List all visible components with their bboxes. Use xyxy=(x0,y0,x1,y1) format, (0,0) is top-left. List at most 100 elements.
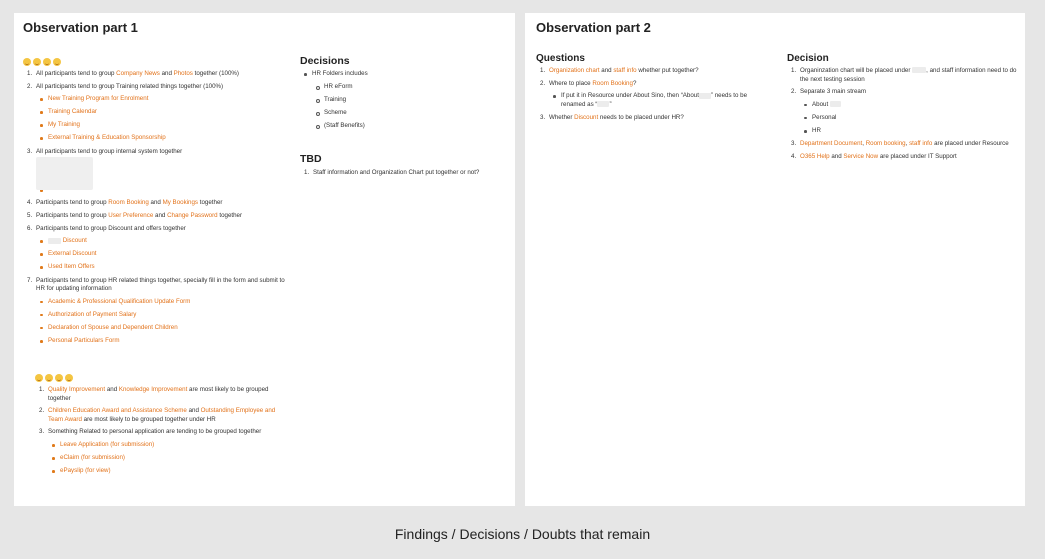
list-item: 7. Participants tend to group HR related … xyxy=(23,277,288,346)
text: and xyxy=(159,70,174,77)
sublist: Academic & Professional Qualification Up… xyxy=(36,298,288,346)
sublist: Leave Application (for submission) eClaim… xyxy=(48,441,288,476)
list-item: Leave Application (for submission) xyxy=(48,441,288,450)
list-item: Scheme xyxy=(312,109,505,118)
list-item: External Discount xyxy=(36,250,288,259)
observation-part-1-card: Observation part 1 1. All participants te… xyxy=(14,13,515,506)
text: and xyxy=(186,407,201,415)
list-item: HR xyxy=(800,127,1019,136)
redacted-blank xyxy=(698,92,711,99)
text: together xyxy=(198,199,223,207)
text: ” xyxy=(609,100,612,108)
sublist-text: Academic & Professional Qualification Up… xyxy=(48,297,191,305)
tbd-list: 1. Staff information and Organization Cha… xyxy=(300,169,505,178)
sublist: New Training Program for Enrolment Traini… xyxy=(36,95,288,143)
highlight-text: Department Document xyxy=(800,140,863,148)
list-item: 2. Separate 3 main stream About Personal HR xyxy=(787,88,1019,135)
text: Where to place xyxy=(549,79,593,87)
emoji-icon xyxy=(33,57,41,66)
text: needs to be placed under HR? xyxy=(598,113,684,121)
list-item: Declaration of Spouse and Dependent Chil… xyxy=(36,324,288,333)
sublist-text: Personal xyxy=(812,113,837,121)
text: and xyxy=(105,386,119,394)
text: Something Related to personal applicatio… xyxy=(48,428,262,436)
list-item: About xyxy=(800,101,1019,110)
list-item: (Staff Benefits) xyxy=(312,122,505,131)
sublist: About Personal HR xyxy=(800,101,1019,136)
highlight-text: Discount xyxy=(574,113,599,121)
highlight-text: Organization chart xyxy=(549,67,600,74)
text: Participants tend to group xyxy=(36,212,109,220)
text: are most likely to be grouped together u… xyxy=(81,415,216,423)
emoji-icon xyxy=(53,57,61,66)
list-item: Used Item Offers xyxy=(36,263,288,272)
decisions-subitem: (Staff Benefits) xyxy=(324,121,365,129)
list-item: 1. Organinzation chart will be placed und… xyxy=(787,67,1019,84)
list-item: Discount xyxy=(36,237,288,246)
list-item: HR Folders includes HR eForm Training Sche… xyxy=(300,70,505,130)
list-item: HR eForm xyxy=(312,83,505,92)
redacted-box xyxy=(36,156,93,190)
highlight-text: Discount xyxy=(61,237,87,245)
decisions-heading: Decisions xyxy=(300,55,350,67)
highlight-text: Company News xyxy=(116,70,160,77)
highlight-text: Knowledge Improvement xyxy=(118,386,188,394)
questions-column: Questions 1. Organization chart and staff… xyxy=(536,53,761,126)
list-item: 3. Something Related to personal applicat… xyxy=(35,428,288,475)
highlight-text: Change Password xyxy=(167,212,218,220)
list-item: 5. Participants tend to group User Prefer… xyxy=(23,212,288,221)
text: and xyxy=(829,152,844,160)
list-number: 3. xyxy=(27,147,33,155)
text: All participants tend to group xyxy=(36,70,117,77)
highlight-text: Photos xyxy=(173,70,193,77)
redacted-blank xyxy=(48,237,61,244)
text: All participants tend to group Training … xyxy=(36,82,224,90)
emoji-icon xyxy=(45,373,53,382)
tbd-heading: TBD xyxy=(300,152,322,165)
list-number: 5. xyxy=(27,212,33,220)
text: ? xyxy=(632,79,637,87)
list-number: 7. xyxy=(27,276,33,284)
redacted-blank xyxy=(912,67,927,74)
highlight-text: O365 Help xyxy=(800,152,830,160)
text: All participants tend to group internal … xyxy=(36,147,183,155)
sublist-text: ePayslip (for view) xyxy=(60,467,111,475)
findings-list-2: 1. Quality Improvement and Knowledge Impr… xyxy=(23,386,288,476)
questions-heading: Questions xyxy=(536,53,585,64)
text: Organinzation chart will be placed under xyxy=(800,67,913,74)
questions-list: 1. Organization chart and staff info whet… xyxy=(536,67,761,122)
observation-part-2-card: Observation part 2 Questions 1. Organizat… xyxy=(525,13,1025,506)
list-item: Personal Particulars Form xyxy=(36,337,288,346)
text: and xyxy=(599,67,614,74)
list-item: 1. Organization chart and staff info whet… xyxy=(536,67,761,76)
list-number: 3. xyxy=(540,113,546,121)
highlight-text: Children Education Award and Assistance … xyxy=(48,407,187,415)
sublist-text: Declaration of Spouse and Dependent Chil… xyxy=(48,323,178,331)
list-number: 3. xyxy=(39,428,45,436)
slide-caption: Findings / Decisions / Doubts that remai… xyxy=(394,526,651,542)
decisions-subitem: Scheme xyxy=(324,108,347,116)
emoji-icon xyxy=(23,57,31,66)
list-item: 2. All participants tend to group Trainin… xyxy=(23,83,288,143)
list-number: 1. xyxy=(540,67,546,74)
list-number: 1. xyxy=(27,70,33,77)
list-item: 3. Department Document, Room booking, sta… xyxy=(787,140,1019,149)
findings-list-1: 1. All participants tend to group Company… xyxy=(23,70,288,346)
decision-list: 1. Organinzation chart will be placed und… xyxy=(787,67,1019,161)
sublist-text: eClaim (for submission) xyxy=(60,454,125,462)
list-item: 1. Staff information and Organization Cha… xyxy=(300,169,505,178)
text: Staff information and Organization Chart… xyxy=(313,168,480,176)
sublist-text: HR xyxy=(812,126,821,134)
highlight-text: Quality Improvement xyxy=(48,386,106,394)
sublist-text: My Training xyxy=(48,121,80,129)
list-item: New Training Program for Enrolment xyxy=(36,95,288,104)
highlight-text: staff info xyxy=(909,140,933,148)
decisions-item-text: HR Folders includes xyxy=(312,70,368,77)
text: and xyxy=(148,199,163,207)
sublist-text: Authorization of Payment Salary xyxy=(48,310,137,318)
sublist: If put it in Resource under About Sino, … xyxy=(549,92,761,109)
list-item: 2. Where to place Room Booking? If put it … xyxy=(536,80,761,110)
highlight-text: Room Booking xyxy=(108,199,149,207)
sublist-text: Leave Application (for submission) xyxy=(60,441,155,449)
sublist-text: New Training Program for Enrolment xyxy=(48,95,149,103)
